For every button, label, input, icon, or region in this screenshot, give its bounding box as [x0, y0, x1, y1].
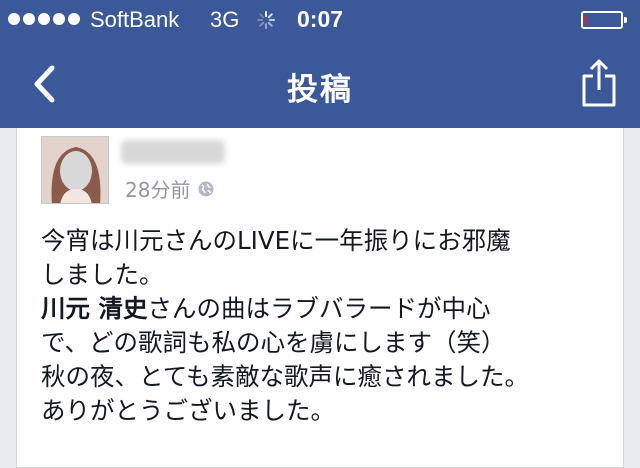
- status-bar: SoftBank 3G 0:07: [0, 0, 640, 40]
- battery-level: [585, 15, 587, 25]
- globe-icon: [198, 181, 214, 196]
- post-line: 川元 清史さんの曲はラブバラードが中心: [41, 292, 611, 326]
- clock: 0:07: [297, 6, 344, 32]
- post-body: 今宵は川元さんのLIVEに一年振りにお邪魔 しました。 川元 清史さんの曲はラブ…: [41, 224, 611, 428]
- navigation-bar: 投稿: [0, 40, 640, 128]
- carrier-name: SoftBank: [90, 7, 180, 32]
- post-line-text: さんの曲はラブバラードが中心: [147, 294, 491, 323]
- mention-link[interactable]: 川元 清史: [41, 294, 148, 323]
- profile-photo: [42, 137, 108, 203]
- post-line: で、どの歌詞も私の心を虜にします（笑）: [41, 328, 506, 357]
- post-line: しました。: [41, 260, 164, 289]
- post-line: 今宵は川元さんのLIVEに一年振りにお邪魔: [41, 226, 511, 255]
- post-line: 秋の夜、とても素敵な歌声に癒されました。: [41, 362, 530, 391]
- post-card: 28分前 今宵は川元さんのLIVEに一年振りにお邪魔 しました。 川元 清史さん…: [16, 128, 624, 468]
- network-type: 3G: [210, 7, 240, 32]
- post-line: ありがとうございました。: [41, 396, 335, 425]
- page-title: 投稿: [287, 72, 353, 108]
- battery-icon: [581, 11, 627, 29]
- share-icon: [582, 59, 616, 107]
- author-name-redacted[interactable]: [121, 140, 225, 164]
- avatar[interactable]: [41, 136, 109, 204]
- signal-strength-icon: [8, 13, 80, 25]
- share-button[interactable]: [574, 52, 624, 114]
- post-timestamp[interactable]: 28分前: [125, 174, 214, 203]
- timestamp-text: 28分前: [125, 178, 191, 202]
- activity-spinner-icon: [257, 11, 275, 29]
